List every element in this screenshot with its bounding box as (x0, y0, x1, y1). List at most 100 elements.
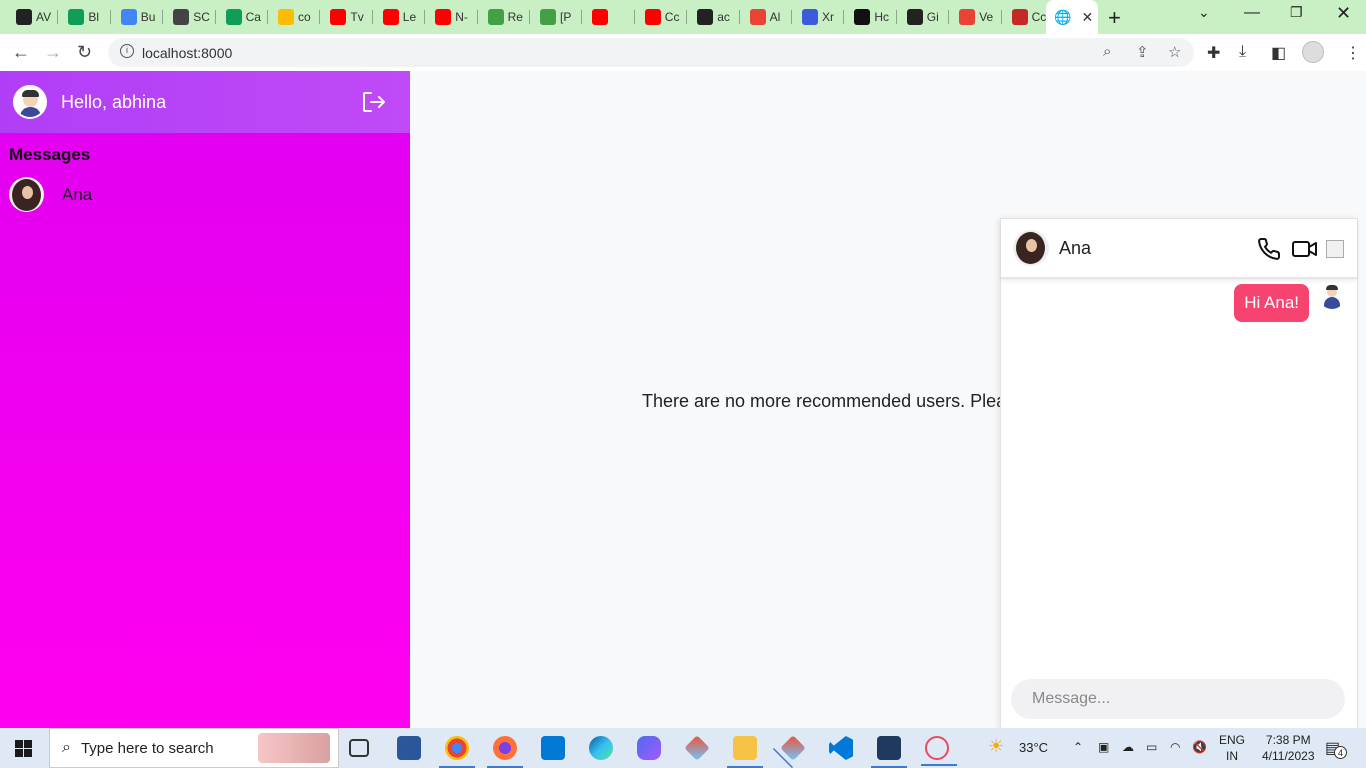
vscode-app-icon[interactable] (829, 736, 853, 760)
browser-tab[interactable]: Ve (951, 4, 1002, 30)
weather-temperature[interactable]: 33°C (1019, 740, 1048, 755)
restore-button[interactable]: ❐ (1290, 4, 1303, 21)
copilot-app-icon[interactable] (637, 736, 661, 760)
chrome-app-icon[interactable] (439, 736, 475, 768)
contact-item[interactable]: Ana (0, 165, 410, 212)
share-icon[interactable]: ⇪ (1136, 43, 1149, 61)
search-highlight-icon (257, 733, 330, 763)
browser-tab[interactable] (584, 4, 635, 30)
tab-label: Gi (926, 10, 939, 24)
tab-label: Hc (874, 10, 890, 24)
chat-contact-name: Ana (1059, 237, 1092, 258)
browser-tab[interactable]: Re (480, 4, 530, 30)
tab-separator (319, 10, 321, 24)
address-url: localhost:8000 (142, 45, 233, 61)
browser-tab[interactable]: Ca (218, 4, 268, 30)
browser-tab[interactable]: ac (689, 4, 740, 30)
tab-separator (266, 10, 268, 24)
browser-tab[interactable]: Bl (60, 4, 111, 30)
firefox-app-icon[interactable] (487, 736, 523, 768)
browser-tab[interactable]: Gi (899, 4, 950, 30)
browser-tab[interactable]: N- (427, 4, 478, 30)
meet-icon[interactable]: ▣ (1098, 740, 1109, 754)
bookmark-star-icon[interactable]: ☆ (1168, 43, 1181, 61)
search-icon: ⌕ (62, 739, 71, 756)
tab-separator (1000, 10, 1002, 24)
git-app-icon[interactable] (684, 735, 710, 761)
browser-tab[interactable]: Le (375, 4, 426, 30)
site-info-icon[interactable]: i (120, 44, 134, 58)
message-row: Hi Ana! (1234, 284, 1309, 322)
zoom-icon[interactable]: ⌕ (1103, 43, 1111, 60)
browser-tab[interactable]: Xr (794, 4, 845, 30)
close-window-button[interactable]: ✕ (1336, 3, 1351, 24)
tab-favicon-icon (68, 9, 85, 25)
back-arrow-icon[interactable]: ← (12, 42, 30, 63)
browser-tab[interactable]: Hc (846, 4, 897, 30)
tab-favicon-icon (644, 9, 661, 25)
video-call-icon[interactable] (1292, 237, 1318, 261)
tab-label: N- (455, 10, 468, 24)
profile-avatar[interactable] (1302, 41, 1324, 63)
git-gui-app-icon[interactable] (780, 735, 806, 761)
browser-tab[interactable]: Bu (113, 4, 164, 30)
tab-separator (686, 10, 688, 24)
minimize-button[interactable]: — (1244, 4, 1260, 22)
chevron-up-icon[interactable]: ⌃ (1073, 740, 1083, 754)
tab-favicon-icon (959, 9, 976, 25)
browser-tab[interactable]: [P (532, 4, 583, 30)
tab-search-icon[interactable]: ⌄ (1198, 4, 1210, 21)
reload-icon[interactable]: ↻ (77, 42, 92, 63)
battery-icon[interactable]: ▭ (1146, 740, 1157, 754)
download-icon[interactable]: ⤓ (1239, 43, 1246, 61)
taskbar-search-box[interactable]: ⌕ Type here to search (49, 728, 339, 768)
mail-app-icon[interactable] (541, 736, 565, 760)
message-input[interactable] (1011, 679, 1345, 719)
language-indicator[interactable]: ENG IN (1219, 732, 1245, 764)
logout-icon[interactable] (362, 91, 386, 113)
chat-header: Ana (1001, 219, 1357, 279)
tab-favicon-icon (278, 9, 294, 25)
new-tab-button[interactable]: + (1108, 5, 1121, 31)
file-explorer-icon[interactable] (727, 736, 763, 768)
word-app-icon[interactable] (397, 736, 421, 760)
browser-tab[interactable]: co (270, 4, 321, 30)
browser-tab[interactable]: Tv (322, 4, 373, 30)
browser-tab[interactable]: AV (8, 4, 59, 30)
close-tab-icon[interactable]: ✕ (1081, 9, 1093, 26)
snipping-tool-icon[interactable] (921, 736, 957, 766)
contact-avatar (9, 177, 44, 212)
user-avatar[interactable] (13, 85, 47, 119)
tab-label: Cc (664, 10, 680, 24)
clock-date: 4/11/2023 (1262, 749, 1315, 763)
taskbar-clock[interactable]: 7:38 PM 4/11/2023 (1262, 732, 1315, 764)
broken-image-icon[interactable] (1326, 240, 1344, 258)
tab-active[interactable]: 🌐 ✕ (1046, 0, 1098, 34)
clock-time: 7:38 PM (1265, 733, 1311, 747)
forward-arrow-icon[interactable]: → (44, 42, 62, 63)
browser-tab[interactable]: Al (742, 4, 792, 30)
weather-icon[interactable]: ☀ (988, 736, 1004, 757)
address-bar[interactable]: i localhost:8000 ⌕ ⇪ ☆ (108, 38, 1194, 67)
task-view-icon[interactable] (349, 739, 369, 757)
tab-separator (581, 10, 583, 24)
phone-call-icon[interactable] (1257, 237, 1281, 261)
message-bubble-sent: Hi Ana! (1234, 284, 1309, 322)
menu-kebab-icon[interactable]: ⋮ (1345, 43, 1361, 63)
language-code: ENG (1219, 733, 1246, 747)
edge-app-icon[interactable] (589, 736, 613, 760)
browser-tab[interactable]: Cc (637, 4, 688, 30)
wifi-icon[interactable]: ◠ (1170, 740, 1180, 754)
tab-label: Cc (1031, 10, 1047, 24)
browser-tab[interactable]: SC (165, 4, 216, 30)
windows-start-icon[interactable] (15, 740, 32, 757)
region-code: IN (1226, 749, 1238, 763)
chat-panel: Ana Hi Ana! (1000, 218, 1358, 730)
tab-separator (371, 10, 373, 24)
extensions-icon[interactable]: ✚ (1207, 43, 1220, 63)
speaker-muted-icon[interactable]: 🔇 (1192, 740, 1207, 754)
terminal-app-icon[interactable] (871, 736, 907, 768)
onedrive-icon[interactable]: ☁ (1122, 740, 1134, 754)
tab-label: Al (769, 10, 781, 24)
side-panel-icon[interactable]: ◧ (1271, 43, 1286, 63)
